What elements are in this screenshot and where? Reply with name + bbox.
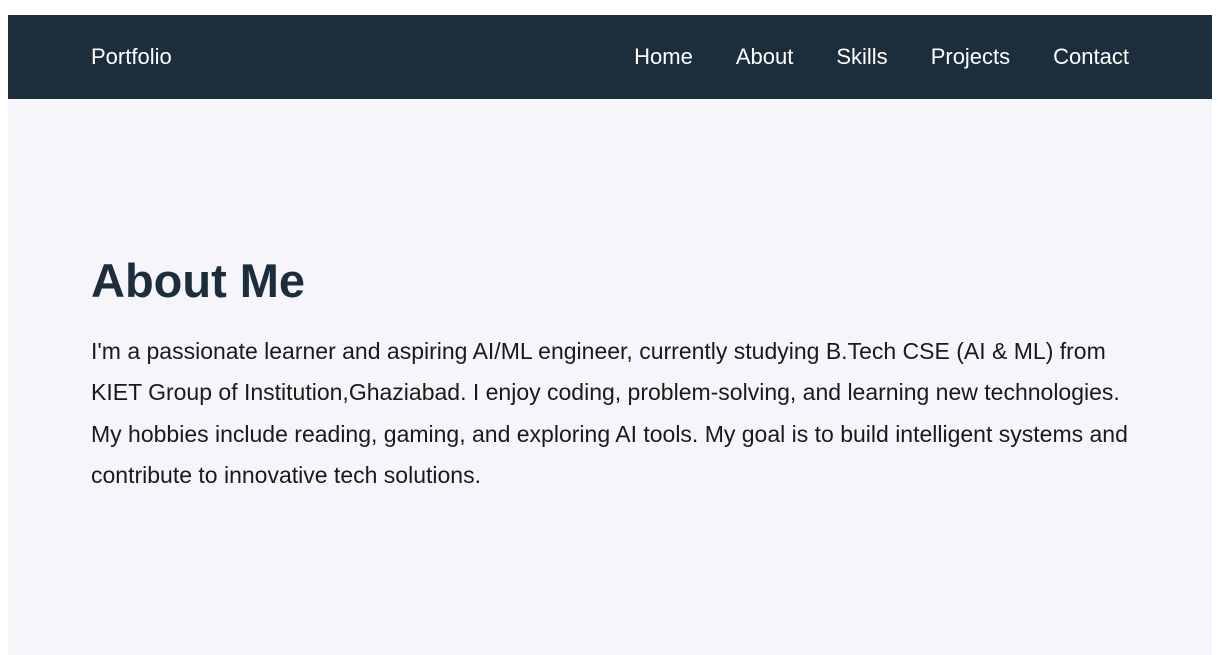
nav-link-skills[interactable]: Skills [836, 44, 887, 69]
about-section: About Me I'm a passionate learner and as… [8, 99, 1212, 497]
nav-links: Home About Skills Projects Contact [591, 44, 1129, 70]
nav-link-contact[interactable]: Contact [1053, 44, 1129, 69]
about-heading: About Me [91, 254, 306, 307]
nav-item-about: About [736, 44, 794, 70]
navbar: Portfolio Home About Skills Projects Con… [8, 15, 1212, 99]
nav-item-projects: Projects [931, 44, 1010, 70]
nav-item-home: Home [634, 44, 693, 70]
nav-link-projects[interactable]: Projects [931, 44, 1010, 69]
about-body: I'm a passionate learner and aspiring AI… [91, 337, 1128, 489]
nav-link-home[interactable]: Home [634, 44, 693, 69]
brand-link[interactable]: Portfolio [91, 44, 172, 70]
nav-link-about[interactable]: About [736, 44, 794, 69]
nav-item-skills: Skills [836, 44, 887, 70]
nav-item-contact: Contact [1053, 44, 1129, 70]
page: Portfolio Home About Skills Projects Con… [8, 15, 1212, 655]
